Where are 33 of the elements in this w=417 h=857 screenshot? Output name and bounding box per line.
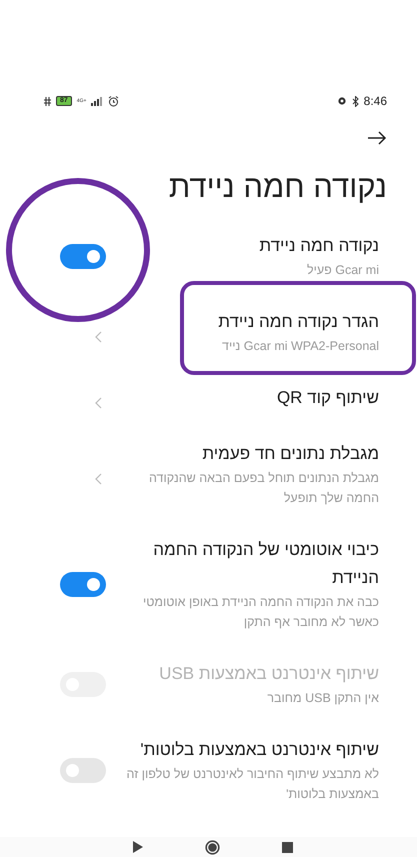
setting-title: הגדר נקודה חמה ניידת: [217, 311, 379, 333]
setting-title: נקודה חמה ניידת: [258, 235, 379, 257]
setting-title: כיבוי אוטומטי של הנקודה החמה הניידת: [152, 539, 379, 589]
setting-title: שיתוף קוד QR: [276, 387, 379, 409]
setting-subtitle: לא מתבצע שיתוף החיבור לאינטרנט של טלפון זה באמצעות בלוטות': [126, 766, 379, 803]
settings-link-row[interactable]: הגדר נקודה חמה ניידת Gcar mi WPA2-Personal נייד: [0, 297, 417, 367]
setting-title: מגבלת נתונים חד פעמית: [201, 443, 379, 465]
setting-title: שיתוף אינטרנט באמצעות USB: [158, 663, 379, 685]
page-title: נקודה חמה ניידת: [168, 168, 388, 206]
setting-subtitle: מגבלת הנתונים תוחל בפעם הבאה שהנקודה החמה שלך תופעל: [148, 470, 379, 507]
setting-subtitle: Gcar mi פעיל: [306, 262, 379, 279]
chevron-icon: [95, 331, 102, 343]
toggle-switch[interactable]: [60, 572, 106, 596]
signal-icon: [91, 96, 104, 106]
setting-subtitle: אין התקן USB מחובר: [266, 690, 379, 707]
chevron-icon: [95, 473, 102, 485]
chevron-icon: [95, 397, 102, 409]
back-triangle-icon[interactable]: [132, 841, 143, 853]
bluetooth-icon: [352, 96, 359, 106]
clock-time: 8:46: [364, 94, 387, 108]
hash-icon: [44, 96, 51, 106]
settings-link-row[interactable]: מגבלת נתונים חד פעמית מגבלת הנתונים תוחל בפעם הבאה שהנקודה החמה שלך תופעל: [0, 429, 417, 519]
setting-subtitle: Gcar mi WPA2-Personal נייד: [221, 338, 379, 355]
toggle-switch[interactable]: [60, 758, 106, 782]
alarm-clock-icon: [108, 96, 120, 106]
setting-subtitle: כבה את הנקודה החמה הניידת באופן אוטומטי כאשר לא מחובר אף התקן: [142, 594, 379, 631]
toggle-switch[interactable]: [60, 244, 106, 268]
recents-square-icon[interactable]: [282, 842, 293, 852]
setting-title: שיתוף אינטרנט באמצעות בלוטות': [139, 739, 379, 761]
settings-link-row[interactable]: שיתוף קוד QR: [0, 373, 417, 423]
gear-icon: [336, 96, 347, 106]
back-arrow-icon[interactable]: [367, 131, 387, 145]
home-circle-icon[interactable]: [205, 840, 220, 854]
